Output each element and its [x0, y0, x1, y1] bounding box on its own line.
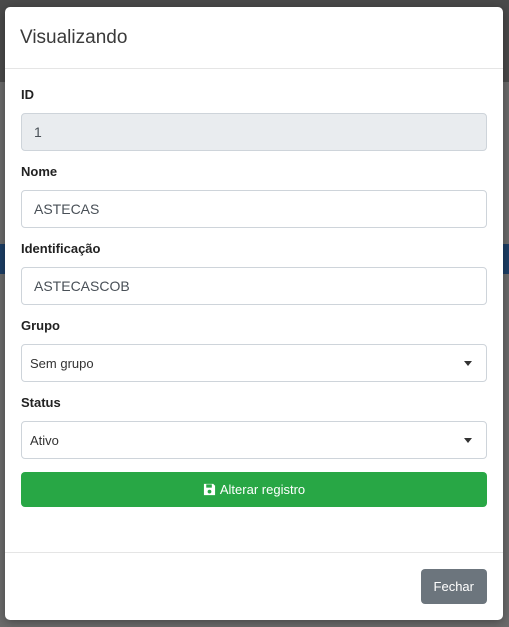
- grupo-label: Grupo: [21, 318, 60, 333]
- nome-label: Nome: [21, 164, 58, 179]
- id-label: ID: [21, 87, 34, 102]
- modal-header: Visualizando: [5, 7, 503, 69]
- status-select[interactable]: Ativo: [21, 421, 487, 459]
- save-icon: [203, 483, 215, 496]
- alterar-registro-label: Alterar registro: [219, 482, 306, 497]
- modal-footer: Fechar: [5, 552, 503, 620]
- fechar-button[interactable]: Fechar: [420, 569, 487, 604]
- status-group: Status Ativo: [21, 395, 487, 459]
- chevron-down-icon: [464, 437, 472, 443]
- identificacao-field[interactable]: ASTECASCOB: [21, 267, 487, 305]
- modal-body: ID 1 Nome ASTECAS Identificação ASTECASC…: [5, 69, 503, 507]
- nome-group: Nome ASTECAS: [21, 164, 487, 228]
- modal-title: Visualizando: [20, 26, 128, 48]
- alterar-registro-button[interactable]: Alterar registro: [21, 472, 487, 507]
- status-selected-value: Ativo: [30, 432, 59, 448]
- chevron-down-icon: [464, 360, 472, 366]
- identificacao-group: Identificação ASTECASCOB: [21, 241, 487, 305]
- id-field: 1: [21, 113, 487, 151]
- status-label: Status: [21, 395, 61, 410]
- identificacao-label: Identificação: [21, 241, 101, 256]
- grupo-group: Grupo Sem grupo: [21, 318, 487, 382]
- view-modal: Visualizando ID 1 Nome ASTECAS Identific…: [5, 7, 503, 620]
- id-group: ID 1: [21, 87, 487, 151]
- grupo-select[interactable]: Sem grupo: [21, 344, 487, 382]
- grupo-selected-value: Sem grupo: [30, 355, 94, 371]
- nome-field[interactable]: ASTECAS: [21, 190, 487, 228]
